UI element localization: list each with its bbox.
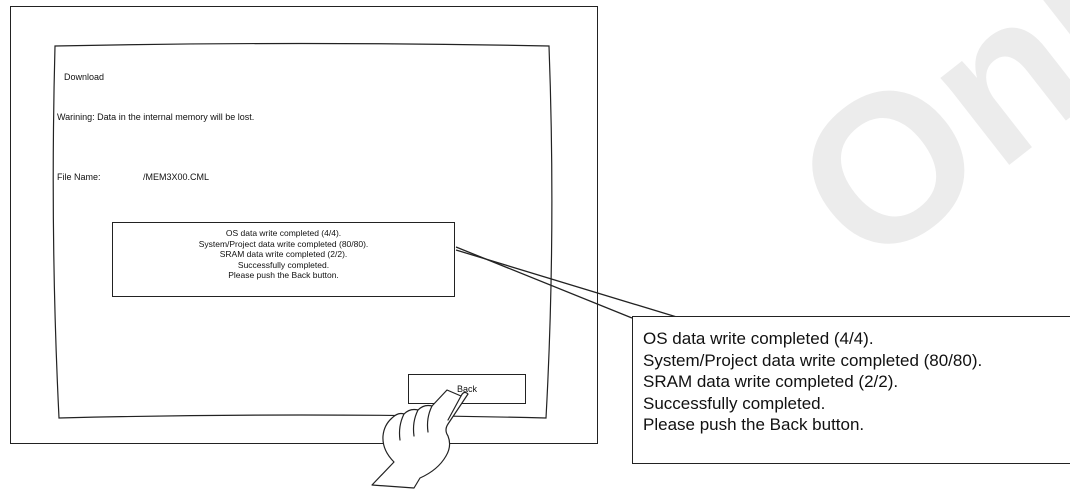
status-message-line: OS data write completed (4/4). — [225, 228, 342, 238]
status-message-line: Please push the Back button. — [228, 270, 339, 281]
callout-line: SRAM data write completed (2/2). — [643, 372, 899, 391]
warning-text: Warining: Data in the internal memory wi… — [57, 112, 255, 122]
callout-box: OS data write completed (4/4). System/Pr… — [632, 316, 1070, 464]
screen-title: Download — [64, 72, 105, 82]
panel-screen: Download Warining: Data in the internal … — [55, 46, 551, 418]
back-button[interactable]: Back — [408, 374, 526, 404]
callout-line: OS data write completed (4/4). — [643, 329, 874, 348]
file-name-value: /MEM3X00.CML — [143, 172, 210, 182]
callout-line: System/Project data write completed (80/… — [643, 350, 983, 370]
callout-line: Successfully completed. — [643, 393, 826, 413]
status-message-line: Successfully completed. — [237, 259, 330, 270]
status-message-line: System/Project data write completed (80/… — [198, 238, 369, 249]
status-message-box: OS data write completed (4/4). System/Pr… — [112, 222, 455, 297]
status-message-line: SRAM data write completed (2/2). — [219, 249, 348, 260]
file-name-label: File Name: — [57, 172, 101, 182]
callout-line: Please push the Back button. — [643, 415, 865, 434]
watermark: Only — [751, 0, 1070, 310]
